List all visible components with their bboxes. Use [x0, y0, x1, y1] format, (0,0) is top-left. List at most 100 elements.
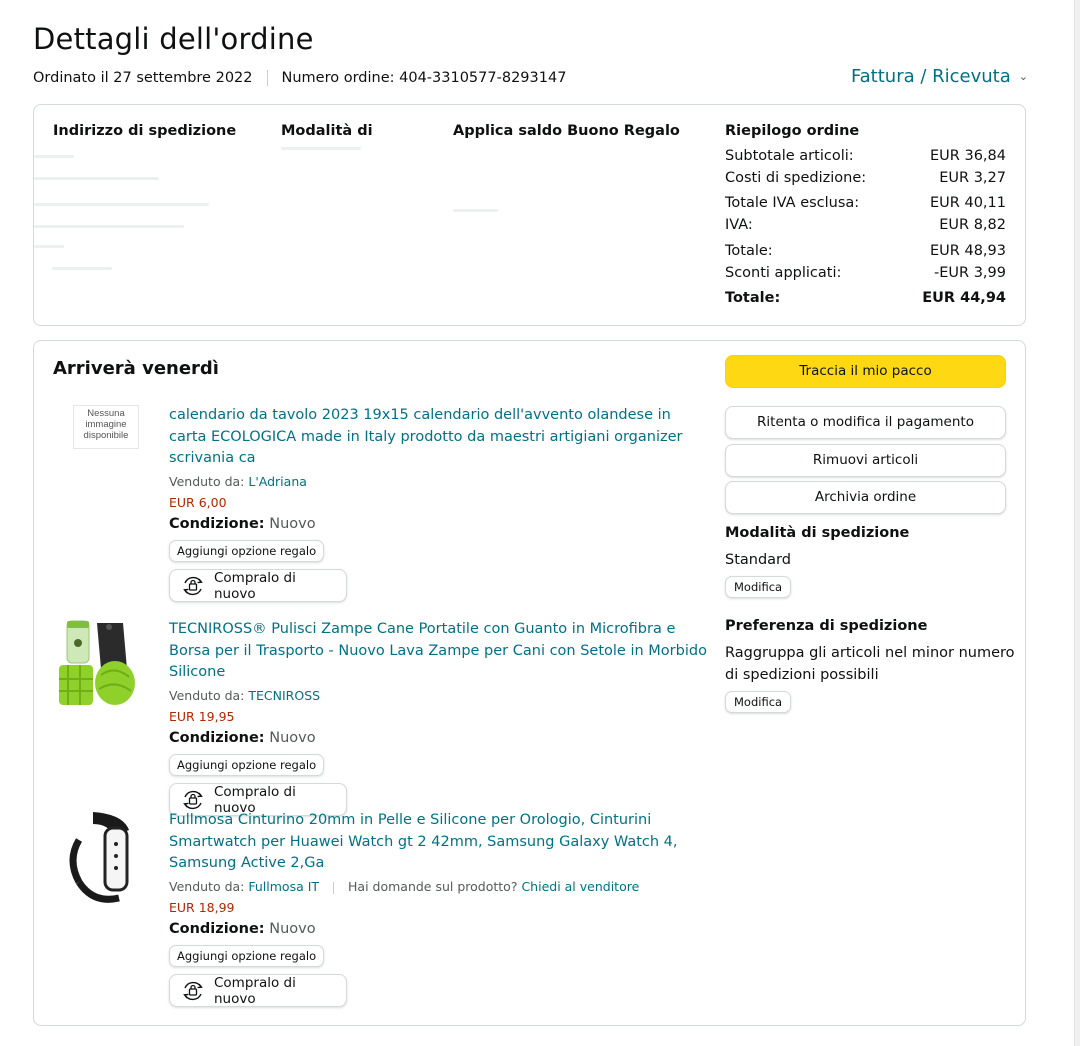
- add-gift-option-button[interactable]: Aggiungi opzione regalo: [169, 754, 325, 777]
- divider: [266, 70, 268, 86]
- sold-by-label: Venduto da:: [169, 474, 245, 490]
- summary-row: Totale IVA esclusa: EUR 40,11: [725, 195, 1006, 211]
- invoice-dropdown[interactable]: Fattura / Ricevuta ⌄: [851, 66, 1028, 87]
- condition-value: Nuovo: [269, 516, 316, 533]
- item-details: TECNIROSS® Pulisci Zampe Cane Portatile …: [169, 619, 709, 817]
- retry-payment-button[interactable]: Ritenta o modifica il pagamento: [725, 406, 1006, 439]
- gift-balance-heading: Applica saldo Buono Regalo: [453, 123, 680, 139]
- summary-label: Totale:: [725, 243, 773, 259]
- remove-items-button[interactable]: Rimuovi articoli: [725, 444, 1006, 477]
- summary-value: EUR 48,93: [930, 243, 1006, 259]
- list-item: Nessuna immagine disponibile calendario …: [53, 405, 713, 605]
- summary-value: -EUR 3,99: [934, 265, 1006, 281]
- order-date: Ordinato il 27 settembre 2022: [33, 70, 253, 86]
- summary-row: Costi di spedizione: EUR 3,27: [725, 170, 1006, 186]
- product-image[interactable]: [53, 810, 153, 910]
- buy-again-icon: [183, 981, 203, 1000]
- buy-again-icon: [183, 790, 203, 809]
- add-gift-option-button[interactable]: Aggiungi opzione regalo: [169, 945, 325, 968]
- buy-again-button[interactable]: Compralo di nuovo: [169, 569, 347, 603]
- item-price: EUR 18,99: [169, 900, 235, 916]
- page-title: Dettagli dell'ordine: [33, 22, 314, 56]
- order-summary-card: Indirizzo di spedizione Modalità di Appl…: [33, 104, 1026, 326]
- condition-label: Condizione:: [169, 921, 265, 938]
- summary-value: EUR 3,27: [939, 170, 1006, 186]
- summary-label: Sconti applicati:: [725, 265, 842, 281]
- condition-value: Nuovo: [269, 921, 316, 938]
- item-price: EUR 19,95: [169, 709, 235, 725]
- shipping-preference-value: Raggruppa gli articoli nel minor numero …: [725, 645, 1015, 683]
- condition-label: Condizione:: [169, 516, 265, 533]
- product-image[interactable]: [53, 619, 153, 719]
- edit-shipping-method-button[interactable]: Modifica: [725, 576, 792, 598]
- question-text: Hai domande sul prodotto?: [348, 879, 518, 895]
- scrollbar[interactable]: [1074, 0, 1080, 1046]
- summary-label: IVA:: [725, 217, 753, 233]
- product-title-link[interactable]: calendario da tavolo 2023 19x15 calendar…: [169, 405, 709, 470]
- summary-label: Totale IVA esclusa:: [725, 195, 860, 211]
- sold-by-label: Venduto da:: [169, 879, 245, 895]
- redacted-text: [34, 203, 209, 206]
- order-summary-heading: Riepilogo ordine: [725, 123, 860, 139]
- summary-row: IVA: EUR 8,82: [725, 217, 1006, 233]
- redacted-text: [34, 155, 74, 158]
- summary-value: EUR 44,94: [922, 290, 1006, 306]
- summary-label: Costi di spedizione:: [725, 170, 867, 186]
- summary-row: Totale: EUR 44,94: [725, 290, 1006, 306]
- list-item: Fullmosa Cinturino 20mm in Pelle e Silic…: [53, 810, 713, 1010]
- archive-order-button[interactable]: Archivia ordine: [725, 481, 1006, 514]
- order-meta: Ordinato il 27 settembre 2022 Numero ord…: [33, 70, 566, 86]
- seller-line: Venduto da: Fullmosa IT Hai domande sul …: [169, 877, 709, 897]
- summary-row: Sconti applicati: -EUR 3,99: [725, 265, 1006, 281]
- redacted-text: [34, 225, 184, 228]
- condition-label: Condizione:: [169, 730, 265, 747]
- item-details: calendario da tavolo 2023 19x15 calendar…: [169, 405, 709, 603]
- redacted-text: [453, 209, 498, 212]
- shipping-method-value: Standard: [725, 552, 791, 568]
- payment-method-heading: Modalità di: [281, 123, 373, 139]
- ask-seller-link[interactable]: Chiedi al venditore: [521, 879, 639, 894]
- add-gift-option-button[interactable]: Aggiungi opzione regalo: [169, 540, 325, 563]
- item-condition: Condizione: Nuovo: [169, 919, 709, 939]
- divider: [333, 881, 335, 894]
- seller-link[interactable]: L'Adriana: [248, 474, 307, 489]
- redacted-text: [34, 177, 159, 180]
- track-package-button[interactable]: Traccia il mio pacco: [725, 355, 1006, 388]
- shipment-card: Arriverà venerdì Nessuna immagine dispon…: [33, 340, 1026, 1026]
- product-image-placeholder[interactable]: Nessuna immagine disponibile: [73, 405, 139, 449]
- product-title-link[interactable]: TECNIROSS® Pulisci Zampe Cane Portatile …: [169, 619, 709, 684]
- seller-line: Venduto da: TECNIROSS: [169, 686, 709, 706]
- list-item: TECNIROSS® Pulisci Zampe Cane Portatile …: [53, 619, 713, 817]
- summary-value: EUR 40,11: [930, 195, 1006, 211]
- redacted-text: [281, 147, 361, 150]
- seller-link[interactable]: TECNIROSS: [248, 688, 320, 703]
- item-details: Fullmosa Cinturino 20mm in Pelle e Silic…: [169, 810, 709, 1008]
- arrival-heading: Arriverà venerdì: [53, 358, 219, 379]
- edit-shipping-preference-button[interactable]: Modifica: [725, 691, 792, 713]
- buy-again-label: Compralo di nuovo: [214, 974, 296, 1007]
- product-title-link[interactable]: Fullmosa Cinturino 20mm in Pelle e Silic…: [169, 810, 709, 875]
- buy-again-icon: [183, 576, 203, 595]
- condition-value: Nuovo: [269, 730, 316, 747]
- chevron-down-icon: ⌄: [1018, 70, 1028, 83]
- summary-row: Totale: EUR 48,93: [725, 243, 1006, 259]
- shipping-preference-heading: Preferenza di spedizione: [725, 618, 928, 634]
- shipping-method-heading: Modalità di spedizione: [725, 525, 910, 541]
- item-condition: Condizione: Nuovo: [169, 728, 709, 748]
- item-condition: Condizione: Nuovo: [169, 514, 709, 534]
- item-price: EUR 6,00: [169, 495, 227, 511]
- buy-again-button[interactable]: Compralo di nuovo: [169, 974, 347, 1008]
- summary-label: Totale:: [725, 290, 781, 306]
- order-number: Numero ordine: 404-3310577-8293147: [281, 70, 567, 86]
- summary-value: EUR 36,84: [930, 148, 1006, 164]
- buy-again-label: Compralo di nuovo: [214, 569, 296, 602]
- summary-value: EUR 8,82: [939, 217, 1006, 233]
- sold-by-label: Venduto da:: [169, 688, 245, 704]
- redacted-text: [34, 245, 64, 248]
- redacted-text: [52, 267, 112, 270]
- seller-link[interactable]: Fullmosa IT: [248, 879, 319, 894]
- seller-line: Venduto da: L'Adriana: [169, 472, 709, 492]
- summary-label: Subtotale articoli:: [725, 148, 854, 164]
- shipping-address-heading: Indirizzo di spedizione: [53, 123, 237, 139]
- summary-row: Subtotale articoli: EUR 36,84: [725, 148, 1006, 164]
